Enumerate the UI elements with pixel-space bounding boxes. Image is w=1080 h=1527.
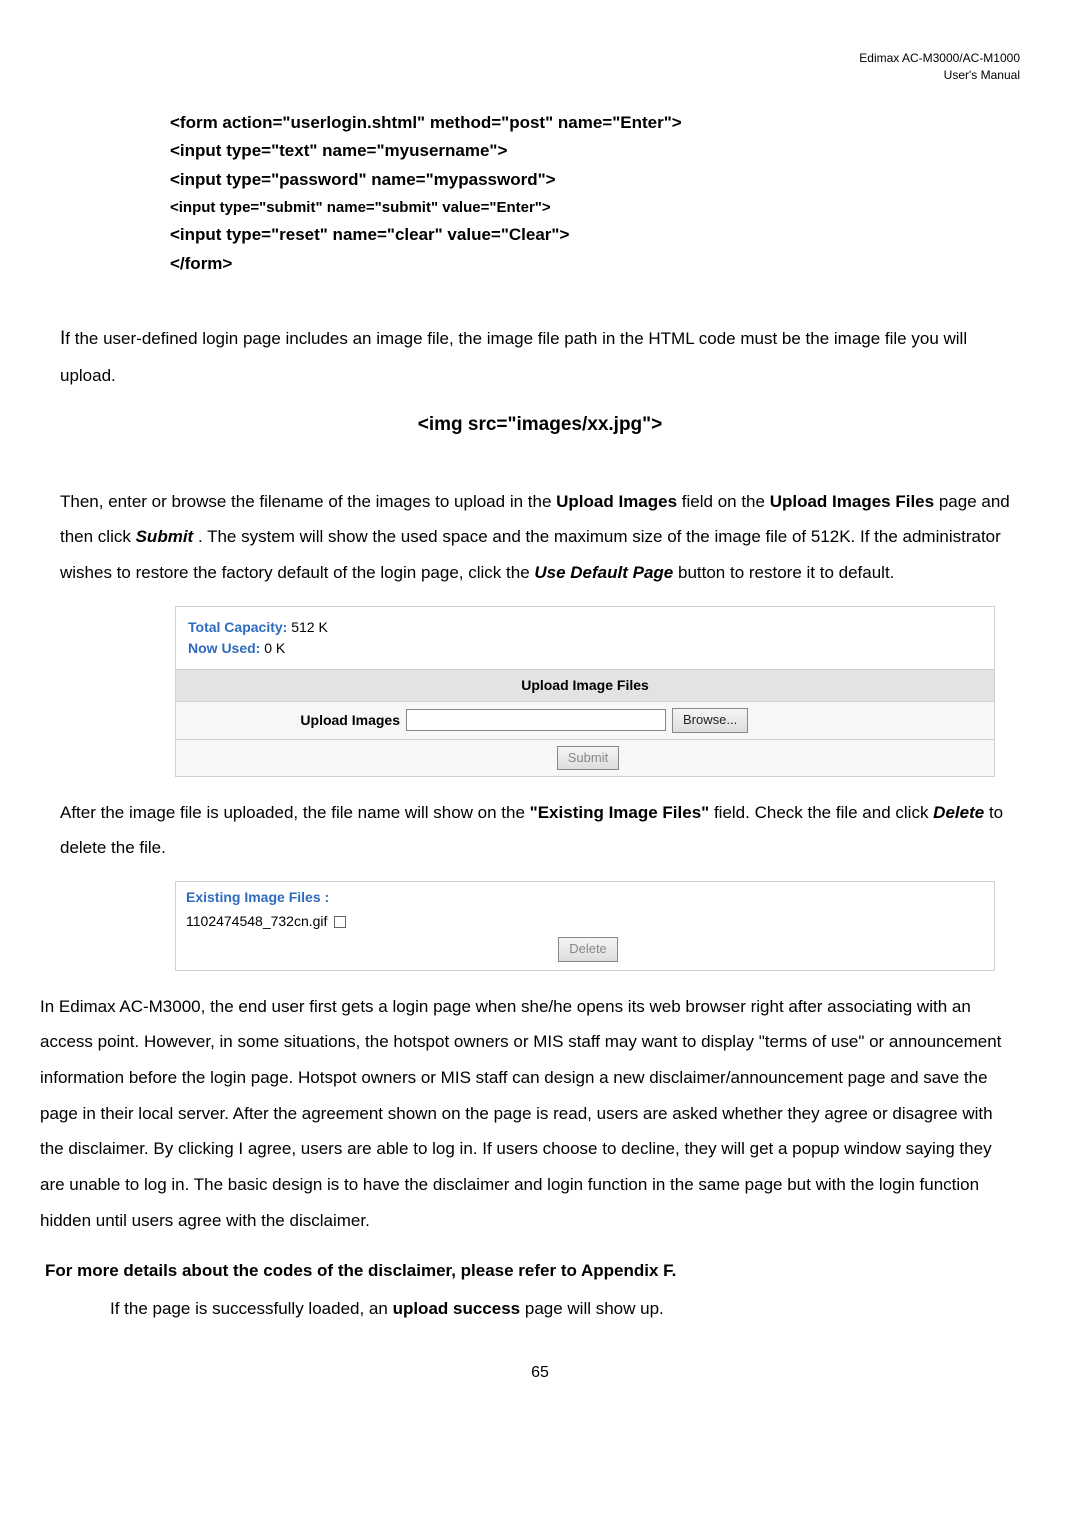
p2-bi1: Submit — [136, 527, 194, 546]
upload-capacity-row: Total Capacity: 512 K Now Used: 0 K — [176, 607, 994, 670]
existing-file-checkbox[interactable] — [334, 916, 346, 928]
page-number: 65 — [60, 1362, 1020, 1384]
code-line: <input type="submit" name="submit" value… — [170, 195, 1020, 221]
now-used-value: 0 K — [264, 640, 285, 656]
html-code-block-1: <form action="userlogin.shtml" method="p… — [170, 109, 1020, 279]
browse-button[interactable]: Browse... — [672, 708, 748, 732]
p2-t1: Then, enter or browse the filename of th… — [60, 492, 556, 511]
upload-images-row: Upload Images Browse... — [176, 702, 994, 739]
p2-b2: Upload Images Files — [770, 492, 934, 511]
p6-t1: If the page is successfully loaded, an — [110, 1299, 393, 1318]
paragraph-2: Then, enter or browse the filename of th… — [60, 484, 1020, 591]
p6-t2: page will show up. — [525, 1299, 664, 1318]
para1-text: f the user-defined login page includes a… — [60, 329, 967, 386]
p6-b1: upload success — [393, 1299, 521, 1318]
p2-bi2: Use Default Page — [534, 563, 673, 582]
upload-submit-row: Submit — [176, 740, 994, 776]
paragraph-1: If the user-defined login page includes … — [60, 319, 1020, 395]
upload-image-files-panel: Total Capacity: 512 K Now Used: 0 K Uplo… — [175, 606, 995, 777]
delete-row: Delete — [186, 937, 984, 961]
code-line: </form> — [170, 250, 1020, 279]
p3-t2: field. Check the file and click — [714, 803, 933, 822]
upload-images-input[interactable] — [406, 709, 666, 731]
upload-images-label: Upload Images — [186, 711, 406, 731]
total-capacity-value: 512 K — [291, 619, 328, 635]
total-capacity-label: Total Capacity: — [188, 619, 291, 635]
code-line: <input type="text" name="myusername"> — [170, 137, 1020, 166]
code-line: <form action="userlogin.shtml" method="p… — [170, 109, 1020, 138]
p2-b1: Upload Images — [556, 492, 677, 511]
p2-t5: button to restore it to default. — [678, 563, 894, 582]
p3-bi1: Delete — [933, 803, 984, 822]
p3-t1: After the image file is uploaded, the fi… — [60, 803, 530, 822]
paragraph-4: In Edimax AC-M3000, the end user first g… — [40, 989, 1020, 1239]
header-line1: Edimax AC-M3000/AC-M1000 — [859, 51, 1020, 65]
existing-file-row: 1102474548_732cn.gif — [186, 912, 984, 932]
code-line: <input type="reset" name="clear" value="… — [170, 221, 1020, 250]
delete-button[interactable]: Delete — [558, 937, 618, 961]
existing-files-title: Existing Image Files : — [186, 888, 984, 908]
header-line2: User's Manual — [944, 68, 1020, 82]
paragraph-5: For more details about the codes of the … — [45, 1253, 1020, 1289]
existing-image-files-panel: Existing Image Files : 1102474548_732cn.… — [175, 881, 995, 970]
paragraph-3: After the image file is uploaded, the fi… — [60, 795, 1020, 866]
center-code-line: <img src="images/xx.jpg"> — [60, 412, 1020, 439]
upload-section-title: Upload Image Files — [176, 670, 994, 703]
p2-t2: field on the — [682, 492, 770, 511]
p3-b1: "Existing Image Files" — [530, 803, 710, 822]
paragraph-6: If the page is successfully loaded, an u… — [110, 1291, 1020, 1327]
code-line: <input type="password" name="mypassword"… — [170, 166, 1020, 195]
doc-header: Edimax AC-M3000/AC-M1000 User's Manual — [60, 50, 1020, 84]
now-used-label: Now Used: — [188, 640, 264, 656]
existing-file-name: 1102474548_732cn.gif — [186, 913, 327, 929]
submit-button[interactable]: Submit — [557, 746, 619, 770]
